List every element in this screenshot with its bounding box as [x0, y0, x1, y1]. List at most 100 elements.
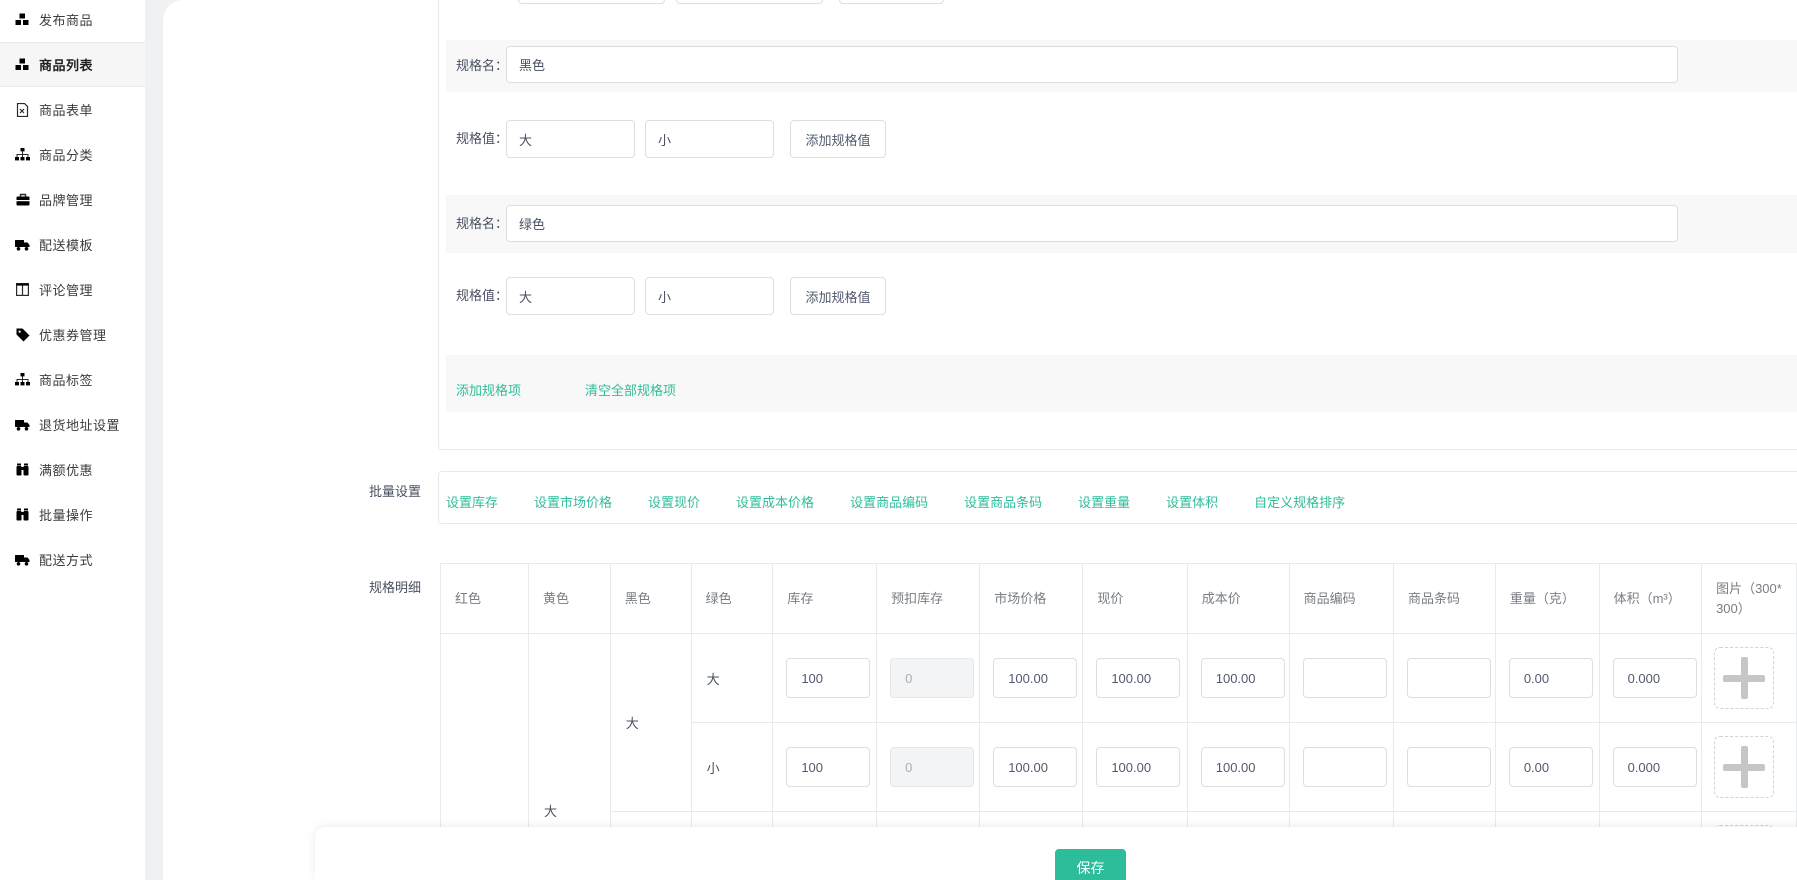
add-spec-value-button[interactable]: 添加规格值	[790, 120, 886, 158]
table-cell-input[interactable]	[1201, 747, 1285, 787]
column-header: 重量（克）	[1495, 564, 1599, 634]
column-header: 现价	[1083, 564, 1187, 634]
columns-icon	[14, 282, 31, 297]
column-header: 商品编码	[1289, 564, 1393, 634]
sidebar-item[interactable]: 商品分类	[0, 132, 145, 177]
spec-name-label: 规格名：	[456, 216, 508, 232]
table-cell-input[interactable]	[786, 747, 870, 787]
spec-detail-label: 规格明细	[369, 577, 421, 596]
sidebar-item-label: 品牌管理	[39, 190, 93, 209]
table-cell-input[interactable]	[1096, 747, 1180, 787]
table-cell-input[interactable]	[1509, 658, 1593, 698]
reserved-stock-input	[890, 747, 974, 787]
sidebar: 发布商品商品列表商品表单商品分类品牌管理配送模板评论管理优惠券管理商品标签退货地…	[0, 0, 145, 880]
table-cell-input[interactable]	[1407, 747, 1491, 787]
spec-value-input[interactable]	[506, 120, 635, 158]
sidebar-nav: 发布商品商品列表商品表单商品分类品牌管理配送模板评论管理优惠券管理商品标签退货地…	[0, 0, 145, 582]
page: 规格名： 规格值： 添加规格值 规格名： 规格值： 添加规格值 添加规格项 清空…	[0, 0, 1797, 880]
tag-icon	[14, 327, 31, 342]
table-cell-input[interactable]	[1201, 658, 1285, 698]
partial-spec-value-input[interactable]	[518, 0, 665, 4]
batch-link[interactable]: 自定义规格排序	[1254, 492, 1345, 511]
sitemap-icon	[14, 372, 31, 387]
partial-spec-value-input[interactable]	[676, 0, 823, 4]
table-cell-input[interactable]	[1613, 747, 1697, 787]
table-input-cell	[980, 634, 1083, 723]
sidebar-item[interactable]: 批量操作	[0, 492, 145, 537]
sidebar-item[interactable]: 商品列表	[0, 42, 145, 87]
table-input-cell	[1289, 634, 1393, 723]
save-button[interactable]: 保存	[1055, 849, 1126, 880]
batch-link[interactable]: 设置重量	[1078, 492, 1130, 511]
image-upload-box[interactable]	[1714, 647, 1774, 709]
image-upload-box[interactable]	[1714, 736, 1774, 798]
spec-value-cell: 大	[691, 634, 773, 723]
table-cell-input[interactable]	[993, 658, 1077, 698]
spec-value-text: 小	[692, 758, 773, 777]
table-input-cell	[877, 634, 980, 723]
table-input-cell	[773, 723, 877, 812]
spec-name-input[interactable]	[506, 46, 1678, 83]
batch-link[interactable]: 设置商品条码	[964, 492, 1042, 511]
spec-value-input[interactable]	[506, 277, 635, 315]
cubes-icon	[14, 57, 31, 72]
batch-settings-box: 设置库存 设置市场价格 设置现价 设置成本价格 设置商品编码 设置商品条码 设置重量 设置体积…	[438, 471, 1797, 524]
sidebar-item[interactable]: 配送模板	[0, 222, 145, 267]
table-cell-input[interactable]	[1407, 658, 1491, 698]
table-input-cell	[1495, 634, 1599, 723]
table-input-cell	[877, 723, 980, 812]
column-header: 图片（300*300）	[1702, 564, 1797, 634]
table-cell-input[interactable]	[993, 747, 1077, 787]
plus-icon	[1741, 657, 1748, 699]
image-cell	[1702, 634, 1797, 723]
add-spec-value-button[interactable]: 添加规格值	[790, 277, 886, 315]
table-cell-input[interactable]	[1303, 747, 1387, 787]
table-cell-input[interactable]	[1613, 658, 1697, 698]
batch-link[interactable]: 设置库存	[446, 492, 498, 511]
spec-name-input[interactable]	[506, 205, 1678, 242]
partial-add-value-button[interactable]	[839, 0, 944, 4]
sidebar-item[interactable]: 评论管理	[0, 267, 145, 312]
column-header: 商品条码	[1393, 564, 1495, 634]
table-cell-input[interactable]	[1509, 747, 1593, 787]
sidebar-item[interactable]: 退货地址设置	[0, 402, 145, 447]
sidebar-item[interactable]: 优惠券管理	[0, 312, 145, 357]
table-input-cell	[1599, 634, 1701, 723]
batch-link[interactable]: 设置商品编码	[850, 492, 928, 511]
batch-settings-label: 批量设置	[369, 481, 421, 500]
batch-link[interactable]: 设置成本价格	[736, 492, 814, 511]
table-row: 大大大	[441, 634, 1797, 723]
table-cell-input[interactable]	[1096, 658, 1180, 698]
sidebar-item-label: 商品列表	[39, 55, 93, 74]
sidebar-item-label: 评论管理	[39, 280, 93, 299]
batch-link[interactable]: 设置体积	[1166, 492, 1218, 511]
sidebar-item[interactable]: 配送方式	[0, 537, 145, 582]
table-input-cell	[1187, 723, 1289, 812]
spec-value-label: 规格值：	[456, 131, 508, 147]
sidebar-item-label: 商品表单	[39, 100, 93, 119]
sidebar-item[interactable]: 商品标签	[0, 357, 145, 402]
batch-link[interactable]: 设置现价	[648, 492, 700, 511]
spec-value-cell: 小	[691, 723, 773, 812]
sidebar-item-label: 优惠券管理	[39, 325, 107, 344]
sidebar-item[interactable]: 满额优惠	[0, 447, 145, 492]
sidebar-item[interactable]: 商品表单	[0, 87, 145, 132]
column-header: 绿色	[691, 564, 773, 634]
table-cell-input[interactable]	[786, 658, 870, 698]
table-cell-input[interactable]	[1303, 658, 1387, 698]
sidebar-item[interactable]: 品牌管理	[0, 177, 145, 222]
add-spec-item-link[interactable]: 添加规格项	[456, 380, 521, 399]
main-content: 规格名： 规格值： 添加规格值 规格名： 规格值： 添加规格值 添加规格项 清空…	[163, 0, 1797, 880]
image-cell	[1702, 723, 1797, 812]
batch-link[interactable]: 设置市场价格	[534, 492, 612, 511]
table-input-cell	[1187, 634, 1289, 723]
truck-icon	[14, 417, 31, 432]
spec-value-input[interactable]	[645, 277, 774, 315]
clear-all-spec-link[interactable]: 清空全部规格项	[585, 380, 676, 399]
column-header: 红色	[441, 564, 529, 634]
sidebar-item[interactable]: 发布商品	[0, 0, 145, 42]
briefcase-icon	[14, 192, 31, 207]
spec-value-input[interactable]	[645, 120, 774, 158]
table-input-cell	[1083, 723, 1187, 812]
column-header: 体积（m³）	[1599, 564, 1701, 634]
